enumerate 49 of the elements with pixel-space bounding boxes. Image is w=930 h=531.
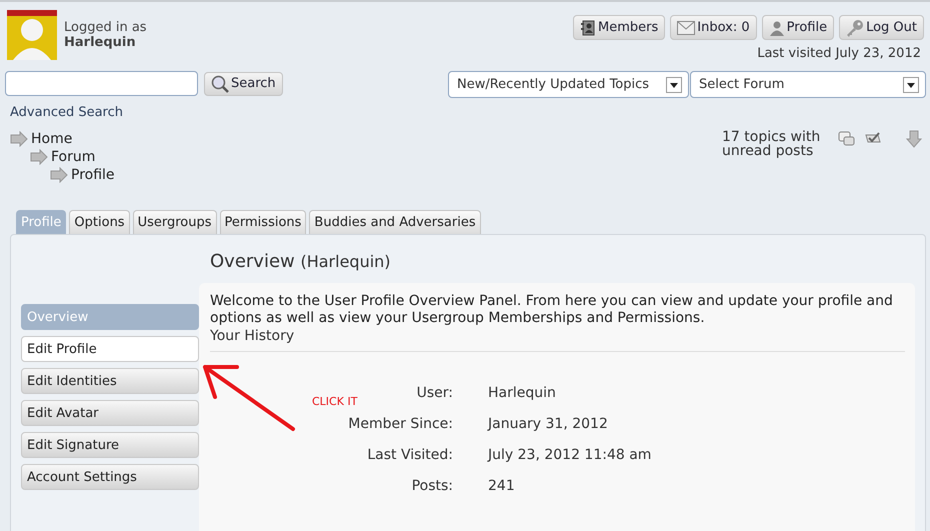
log-out-button[interactable]: Log Out: [839, 15, 924, 40]
tab[interactable]: Options: [69, 210, 130, 234]
caret-icon: [666, 76, 682, 92]
unread-topics-text: 17 topics with unread posts: [722, 130, 822, 158]
username: Harlequin: [64, 34, 137, 50]
profile-button[interactable]: Profile: [762, 15, 834, 40]
logged-in-label: Logged in as: [64, 20, 147, 34]
person-icon: [768, 20, 785, 36]
overview-heading: Overview (Harlequin): [210, 251, 392, 272]
inbox-button[interactable]: Inbox: 0: [670, 15, 757, 40]
field-label: Posts:: [410, 478, 453, 494]
envelope-icon: [677, 20, 696, 34]
address-book-icon: [580, 20, 596, 36]
sidebar-item[interactable]: Account Settings: [21, 464, 199, 490]
tab[interactable]: Permissions: [220, 210, 306, 234]
advanced-search-link[interactable]: Advanced Search: [10, 105, 124, 120]
field-value: 241: [488, 478, 516, 494]
intro-text: Welcome to the User Profile Overview Panel. From here you can view and update your profile and options as well as view your Usergroup Memberships and Permissions.: [210, 293, 894, 327]
tab[interactable]: Usergroups: [132, 210, 217, 234]
field-value: July 23, 2012 11:48 am: [488, 447, 652, 463]
last-visited-text: Last visited July 23, 2012: [757, 46, 922, 61]
sidebar-item[interactable]: Edit Profile: [21, 336, 199, 362]
members-button[interactable]: Members: [573, 15, 666, 40]
sidebar-item[interactable]: Edit Identities: [21, 368, 199, 394]
speech-bubbles-icon[interactable]: [838, 130, 856, 148]
breadcrumb-link[interactable]: Home: [31, 131, 72, 147]
arrow-icon: [30, 149, 48, 165]
search-field[interactable]: [5, 71, 198, 96]
field-label: Member Since:: [347, 416, 453, 432]
avatar: [7, 10, 57, 60]
caret-icon: [903, 76, 919, 92]
breadcrumb-link[interactable]: Profile: [71, 167, 115, 183]
annotation-text: CLICK IT: [312, 395, 358, 408]
history-heading: Your History: [210, 327, 905, 352]
arrow-icon: [10, 131, 28, 147]
search-button[interactable]: Search: [204, 72, 283, 96]
sidebar-item[interactable]: Edit Signature: [21, 432, 199, 458]
key-icon: [846, 18, 864, 36]
breadcrumb-link[interactable]: Forum: [51, 149, 96, 165]
tab[interactable]: Buddies and Adversaries: [309, 210, 481, 234]
down-arrow-icon[interactable]: [906, 130, 922, 148]
field-value: Harlequin: [488, 385, 557, 401]
dropdown[interactable]: Select Forum: [690, 71, 926, 98]
sidebar-item[interactable]: Edit Avatar: [21, 400, 199, 426]
search-icon: [211, 74, 229, 92]
dropdown[interactable]: New/Recently Updated Topics: [448, 71, 689, 98]
arrow-icon: [50, 167, 68, 183]
field-value: January 31, 2012: [488, 416, 609, 432]
field-label: Last Visited:: [366, 447, 453, 463]
